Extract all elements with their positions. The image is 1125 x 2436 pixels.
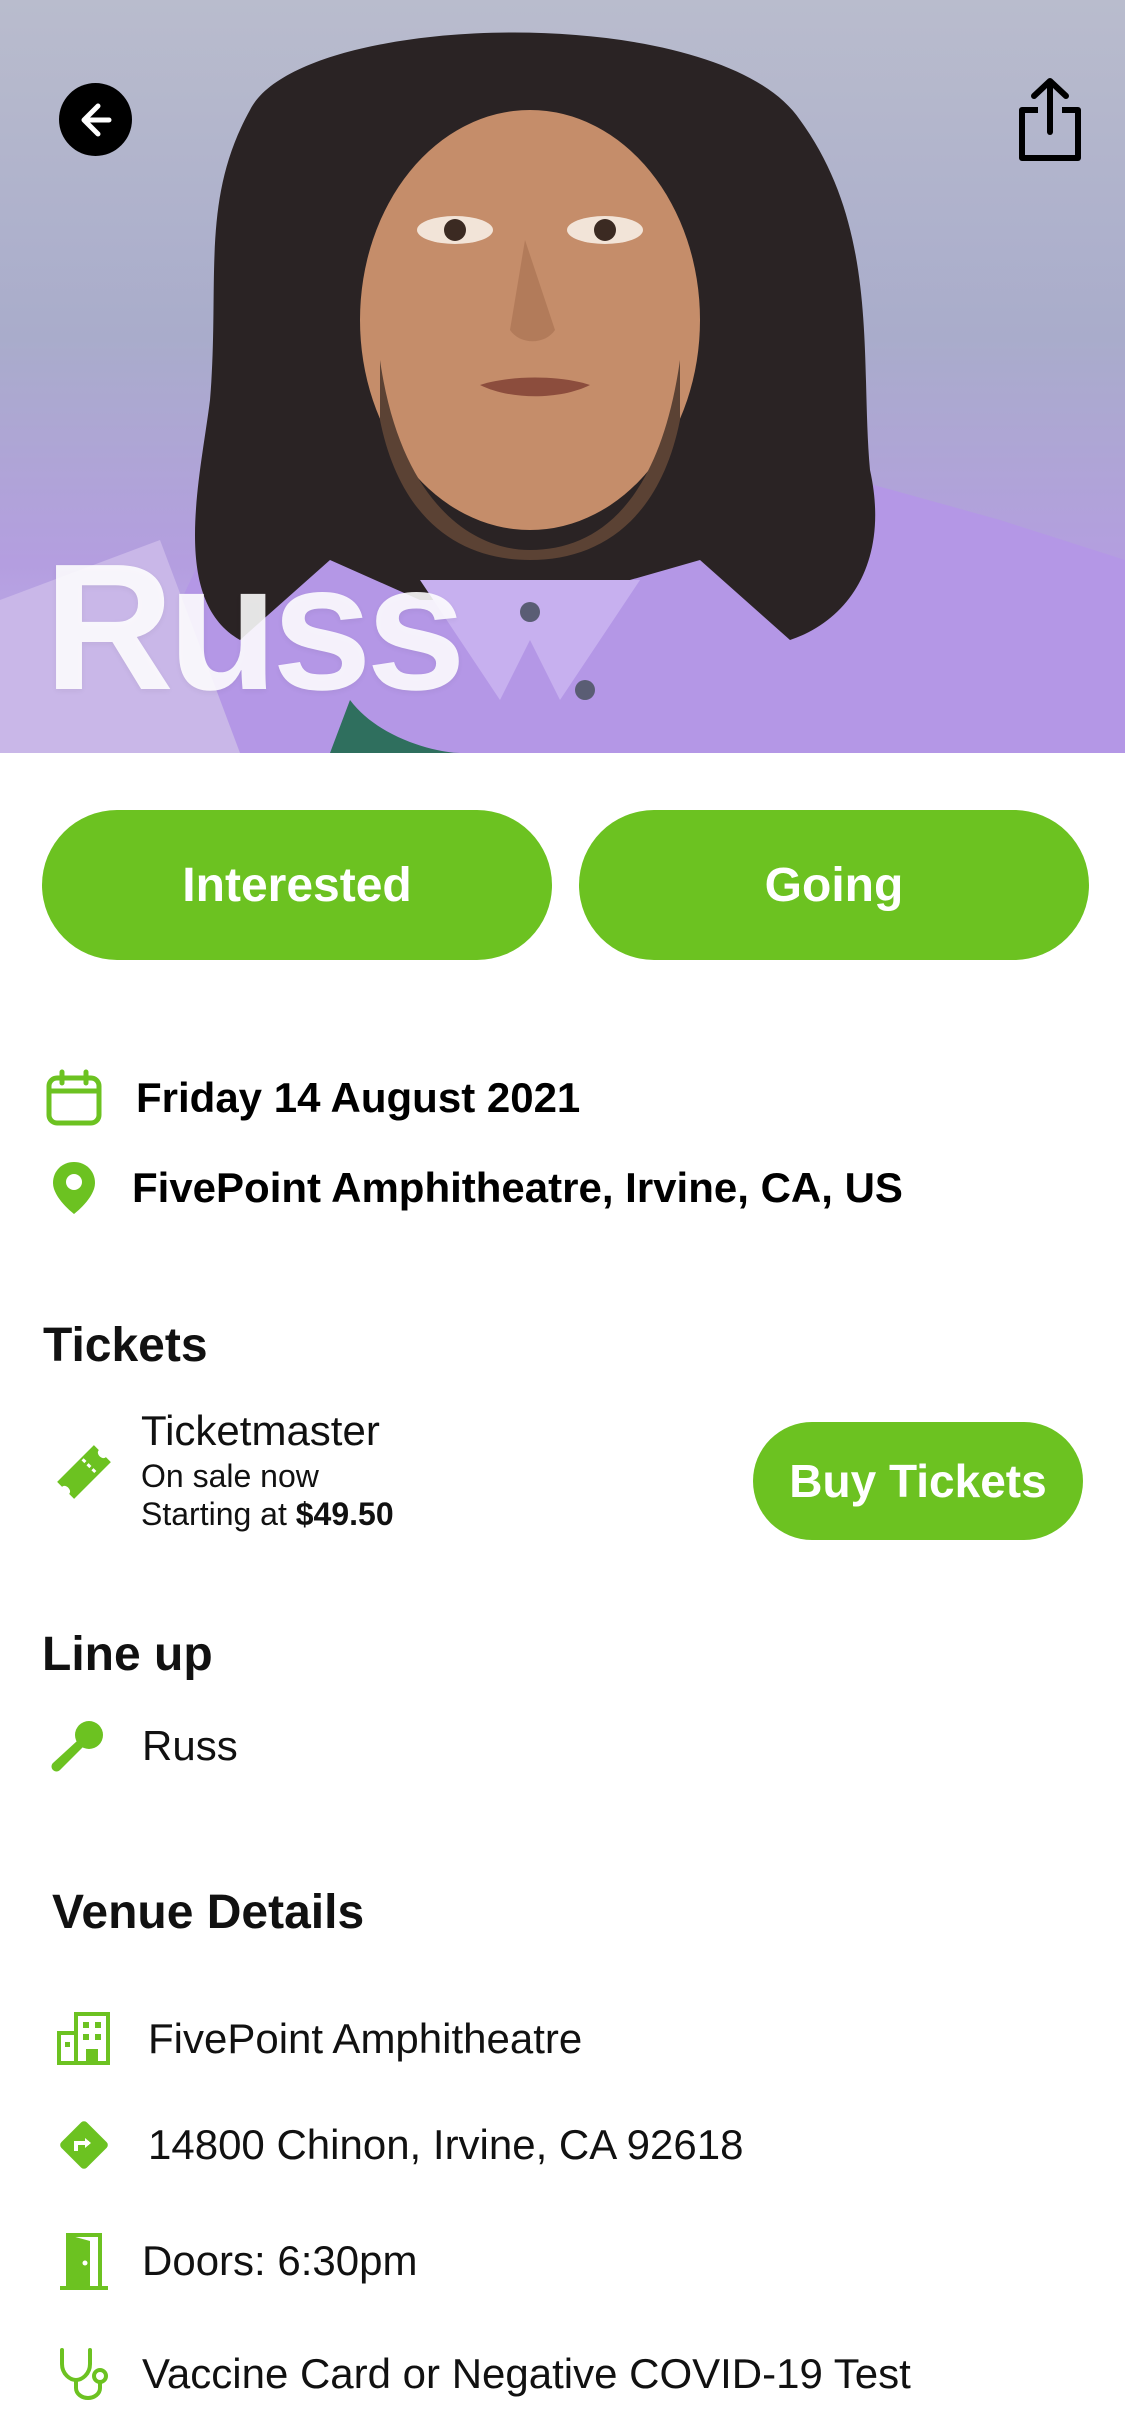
- calendar-icon: [44, 1068, 104, 1128]
- artist-title: Russ: [44, 527, 466, 728]
- ticket-provider: Ticketmaster: [141, 1407, 380, 1454]
- starting-at-label: Starting at: [141, 1496, 287, 1532]
- hero-image: Russ: [0, 0, 1125, 753]
- lineup-artist: Russ: [142, 1722, 238, 1769]
- venue-doors-row: Doors: 6:30pm: [56, 2231, 417, 2291]
- event-date-row: Friday 14 August 2021: [44, 1068, 580, 1128]
- stethoscope-icon: [56, 2346, 112, 2402]
- event-location-row[interactable]: FivePoint Amphitheatre, Irvine, CA, US: [50, 1160, 903, 1216]
- lineup-heading: Line up: [42, 1628, 213, 1681]
- venue-heading: Venue Details: [52, 1886, 365, 1939]
- building-icon: [56, 2011, 112, 2067]
- microphone-icon: [50, 1718, 106, 1774]
- event-location: FivePoint Amphitheatre, Irvine, CA, US: [132, 1164, 903, 1211]
- back-button[interactable]: [59, 83, 132, 156]
- share-icon: [1019, 78, 1081, 161]
- arrow-left-icon: [81, 103, 111, 136]
- tickets-heading: Tickets: [43, 1319, 208, 1372]
- price-value: $49.50: [295, 1496, 394, 1532]
- lineup-item[interactable]: Russ: [50, 1718, 238, 1774]
- ticket-icon: [52, 1440, 116, 1504]
- share-button[interactable]: [1014, 78, 1086, 164]
- interested-button[interactable]: Interested: [42, 810, 552, 960]
- door-icon: [56, 2231, 112, 2291]
- venue-doors: Doors: 6:30pm: [142, 2237, 418, 2284]
- venue-address: 14800 Chinon, Irvine, CA 92618: [148, 2121, 744, 2168]
- event-date: Friday 14 August 2021: [136, 1074, 581, 1121]
- venue-requirement-row: Vaccine Card or Negative COVID-19 Test: [56, 2346, 911, 2402]
- venue-name: FivePoint Amphitheatre: [148, 2015, 583, 2062]
- directions-icon: [56, 2117, 112, 2173]
- venue-requirement: Vaccine Card or Negative COVID-19 Test: [142, 2350, 911, 2397]
- buy-tickets-button[interactable]: Buy Tickets: [753, 1422, 1083, 1540]
- venue-address-row[interactable]: 14800 Chinon, Irvine, CA 92618: [56, 2117, 743, 2173]
- ticket-starting-price: Starting at $49.50: [141, 1496, 394, 1533]
- going-button[interactable]: Going: [579, 810, 1089, 960]
- map-pin-icon: [50, 1160, 98, 1216]
- ticket-status: On sale now: [141, 1458, 319, 1494]
- venue-name-row: FivePoint Amphitheatre: [56, 2011, 582, 2067]
